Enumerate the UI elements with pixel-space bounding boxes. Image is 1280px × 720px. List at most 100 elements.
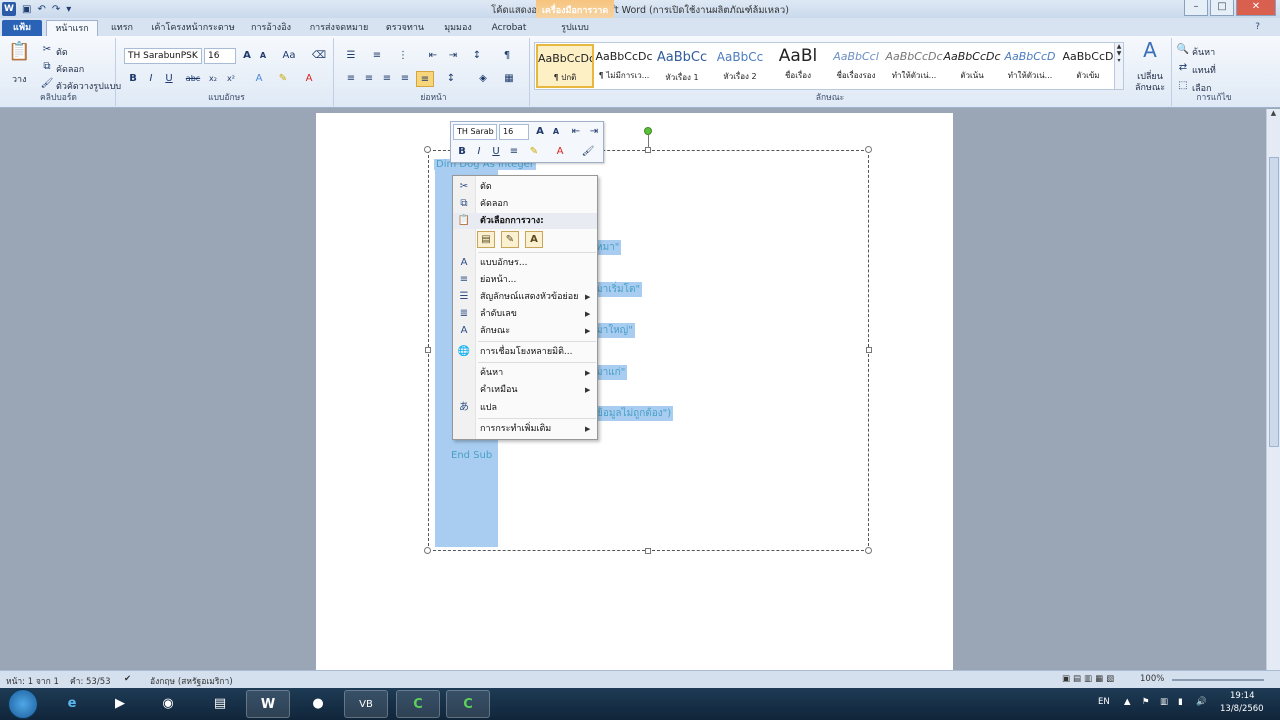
proofing-icon[interactable]: ✔ [124, 674, 131, 684]
tab-acrobat[interactable]: Acrobat [486, 20, 532, 36]
resize-handle[interactable] [645, 147, 651, 153]
decrease-indent-icon[interactable]: ⇤ [424, 48, 442, 64]
battery-icon[interactable]: ▮ [1178, 697, 1183, 707]
highlight-icon[interactable]: ✎ [274, 71, 292, 87]
mini-size-combo[interactable]: 16 [499, 124, 529, 140]
maximize-button[interactable]: □ [1210, 0, 1234, 16]
find-icon[interactable]: 🔍 [1174, 42, 1192, 58]
zoom-level[interactable]: 100% [1140, 674, 1164, 684]
network-icon[interactable]: ▥ [1160, 697, 1168, 707]
tab-mailings[interactable]: การส่งจดหมาย [304, 20, 374, 36]
internet-explorer-icon[interactable]: e [50, 690, 94, 718]
distributed-icon[interactable]: ≡ [416, 71, 434, 87]
sort-icon[interactable]: ↕ [468, 48, 486, 64]
font-name-combo[interactable]: TH SarabunPSK [124, 48, 202, 64]
menu-item-numbering[interactable]: ≣ ลำดับเลข ▶ [453, 306, 597, 322]
view-buttons-icon[interactable]: ▣▤▥▦▧ [1062, 674, 1117, 684]
help-icon[interactable]: ? [1255, 22, 1260, 32]
action-center-icon[interactable]: ⚑ [1142, 697, 1150, 707]
mini-decrease-indent-icon[interactable]: ⇤ [567, 124, 585, 140]
cut-button[interactable]: ตัด [56, 45, 68, 59]
mini-align-icon[interactable]: ≡ [505, 144, 523, 160]
resize-handle[interactable] [424, 146, 431, 153]
change-styles-button[interactable]: เปลี่ยน ลักษณะ [1130, 72, 1170, 94]
cut-icon[interactable]: ✂ [38, 42, 56, 58]
clock-date[interactable]: 13/8/2560 [1220, 704, 1264, 714]
bullets-icon[interactable]: ☰ [342, 48, 360, 64]
tab-references[interactable]: การอ้างอิง [244, 20, 298, 36]
line-spacing-icon[interactable]: ↕ [442, 71, 460, 87]
tab-review[interactable]: ตรวจทาน [380, 20, 430, 36]
rotation-handle[interactable] [644, 127, 652, 135]
clear-format-icon[interactable]: ⌫ [310, 48, 328, 64]
file-explorer-icon[interactable]: ▤ [198, 690, 242, 718]
mini-font-color-icon[interactable]: A [551, 144, 569, 160]
menu-item-bullets[interactable]: ☰ สัญลักษณ์แสดงหัวข้อย่อย ▶ [453, 289, 597, 305]
scroll-thumb[interactable] [1269, 157, 1279, 447]
chrome-icon[interactable]: ◉ [146, 690, 190, 718]
pilcrow-icon[interactable]: ¶ [498, 48, 516, 64]
mini-italic-icon[interactable]: I [470, 144, 488, 160]
zoom-slider[interactable] [1172, 679, 1264, 681]
resize-handle[interactable] [866, 347, 872, 353]
language-indicator-tray[interactable]: EN [1098, 697, 1110, 707]
visual-basic-icon[interactable]: VB [344, 690, 388, 718]
menu-item-font[interactable]: A แบบอักษร... [453, 255, 597, 271]
multilevel-list-icon[interactable]: ⋮ [394, 48, 412, 64]
justify-icon[interactable]: ≡ [396, 71, 414, 87]
minimize-button[interactable]: – [1184, 0, 1208, 16]
text-effects-icon[interactable]: A [250, 71, 268, 87]
scroll-up-icon[interactable]: ▲ [1267, 109, 1280, 117]
change-case-icon[interactable]: Aa [280, 48, 298, 64]
shading-icon[interactable]: ◈ [474, 71, 492, 87]
copy-icon[interactable]: ⧉ [38, 59, 56, 75]
find-button[interactable]: ค้นหา [1192, 45, 1215, 59]
paste-button[interactable]: วาง [12, 72, 27, 86]
vertical-scrollbar[interactable]: ▲ [1266, 109, 1280, 670]
increase-indent-icon[interactable]: ⇥ [444, 48, 462, 64]
tab-file[interactable]: แฟ้ม [2, 20, 42, 36]
bold-icon[interactable]: B [124, 71, 142, 87]
menu-item-lookup[interactable]: ค้นหา ▶ [453, 365, 597, 381]
menu-item-styles[interactable]: A ลักษณะ ▶ [453, 323, 597, 339]
camtasia-recorder-icon[interactable]: C [446, 690, 490, 718]
page-count[interactable]: หน้า: 1 จาก 1 [6, 674, 59, 688]
mini-format-painter-icon[interactable]: 🖌 [579, 144, 597, 160]
mini-increase-indent-icon[interactable]: ⇥ [585, 124, 603, 140]
mini-shrink-font-icon[interactable]: A [547, 124, 565, 140]
subscript-icon[interactable]: x₂ [204, 71, 222, 87]
tab-home[interactable]: หน้าแรก [46, 20, 98, 36]
word-count[interactable]: คำ: 53/53 [70, 674, 111, 688]
menu-item-cut[interactable]: ✂ ตัด [453, 179, 597, 195]
media-player-icon[interactable]: ▶ [98, 690, 142, 718]
menu-item-hyperlink[interactable]: 🌐 การเชื่อมโยงหลายมิติ... [453, 344, 597, 360]
paste-keep-source-icon[interactable]: ▤ [477, 231, 495, 248]
browser-icon[interactable]: ● [296, 690, 340, 718]
mini-underline-icon[interactable]: U [487, 144, 505, 160]
resize-handle[interactable] [865, 146, 872, 153]
resize-handle[interactable] [865, 547, 872, 554]
font-color-icon[interactable]: A [300, 71, 318, 87]
align-center-icon[interactable]: ≡ [360, 71, 378, 87]
numbering-icon[interactable]: ≡ [368, 48, 386, 64]
tab-format[interactable]: รูปแบบ [542, 20, 608, 36]
clock-time[interactable]: 19:14 [1230, 691, 1255, 701]
mini-highlight-icon[interactable]: ✎ [525, 144, 543, 160]
copy-button[interactable]: คัดลอก [56, 62, 84, 76]
paste-text-only-icon[interactable]: A [525, 231, 543, 248]
underline-icon[interactable]: U [160, 71, 178, 87]
language-indicator[interactable]: อังกฤษ (สหรัฐอเมริกา) [150, 674, 233, 688]
resize-handle[interactable] [425, 347, 431, 353]
start-button[interactable] [8, 689, 38, 719]
shrink-font-icon[interactable]: A [254, 48, 272, 64]
resize-handle[interactable] [645, 548, 651, 554]
volume-icon[interactable]: 🔊 [1196, 697, 1207, 707]
menu-item-additional-actions[interactable]: การกระทำเพิ่มเติม ▶ [453, 421, 597, 437]
strikethrough-icon[interactable]: abc [184, 71, 202, 87]
menu-item-copy[interactable]: ⧉ คัดลอก [453, 196, 597, 212]
align-right-icon[interactable]: ≡ [378, 71, 396, 87]
change-styles-icon[interactable]: A [1138, 40, 1162, 66]
font-size-combo[interactable]: 16 [204, 48, 236, 64]
tab-page-layout[interactable]: เค้าโครงหน้ากระดาษ [148, 20, 238, 36]
mini-font-combo[interactable]: TH Sarab [453, 124, 497, 140]
